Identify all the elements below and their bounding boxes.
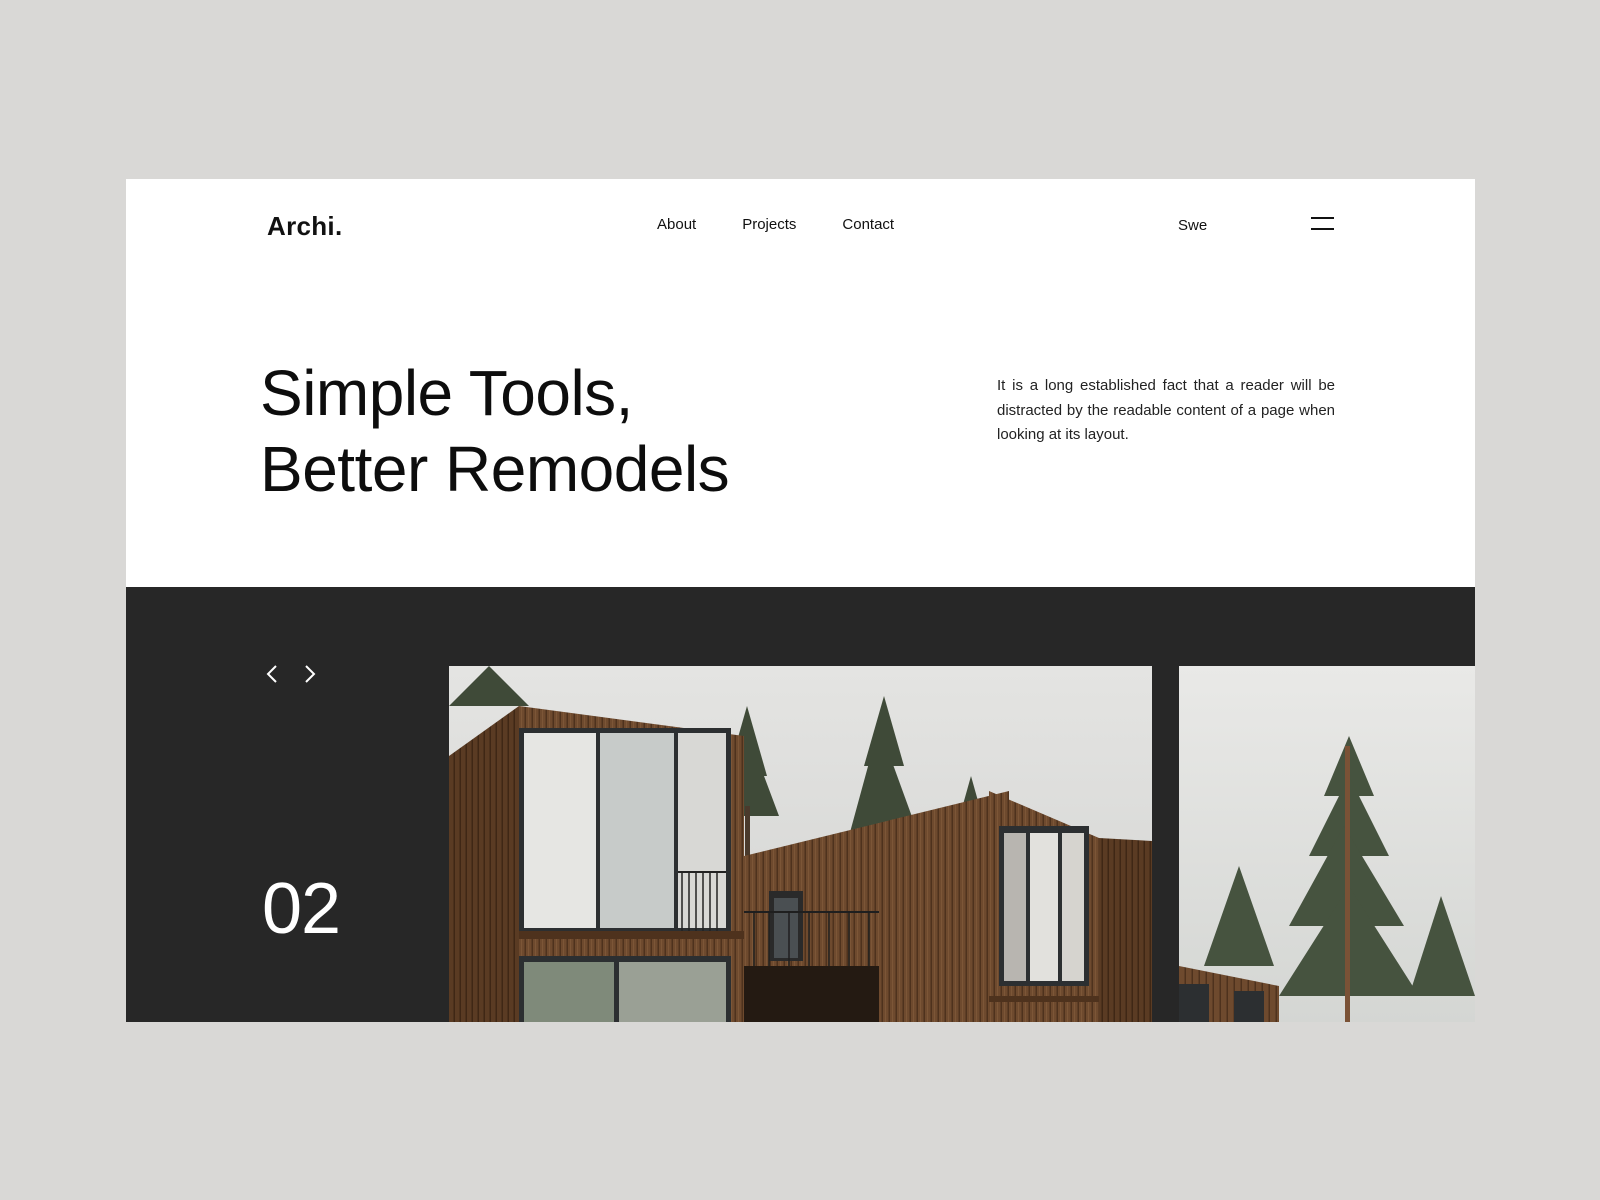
- logo[interactable]: Archi.: [267, 211, 342, 242]
- chevron-right-icon[interactable]: [298, 663, 320, 685]
- nav-item-projects[interactable]: Projects: [742, 216, 796, 233]
- slider-arrows: [262, 663, 320, 685]
- language-switch[interactable]: Swe: [1178, 217, 1207, 234]
- hero-description: It is a long established fact that a rea…: [997, 377, 1335, 443]
- hero-headline: Simple Tools, Better Remodels: [260, 355, 730, 507]
- hamburger-icon[interactable]: [1311, 217, 1335, 233]
- chevron-left-icon[interactable]: [262, 663, 284, 685]
- wooden-cabin-photo[interactable]: [449, 666, 1152, 1022]
- main-nav: About Projects Contact: [657, 216, 894, 233]
- nav-item-contact[interactable]: Contact: [842, 216, 894, 233]
- headline-line-1: Simple Tools,: [260, 357, 633, 429]
- slide-number: 02: [262, 869, 341, 949]
- headline-line-2: Better Remodels: [260, 433, 730, 505]
- nav-item-about[interactable]: About: [657, 216, 696, 233]
- pine-tree-cabin-photo[interactable]: [1179, 666, 1475, 1022]
- website-frame: Archi. About Projects Contact Swe Simple…: [126, 179, 1475, 1022]
- project-slider: 02: [126, 587, 1475, 1022]
